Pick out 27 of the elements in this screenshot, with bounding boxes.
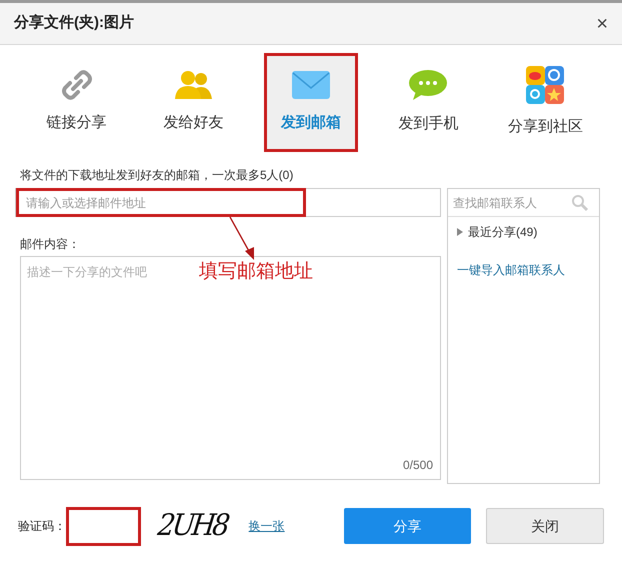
captcha-image: 2UH8 — [155, 507, 230, 544]
content-label: 邮件内容： — [20, 236, 81, 253]
annotation-text: 填写邮箱地址 — [199, 260, 313, 284]
chat-bubble-icon — [408, 69, 448, 102]
caret-icon — [457, 228, 463, 236]
hint-text: 将文件的下载地址发到好友的邮箱，一次最多5人(0) — [20, 167, 294, 184]
search-icon — [571, 194, 589, 212]
share-tab[interactable]: 发给好友 — [147, 53, 240, 152]
email-field[interactable]: 请输入或选择邮件地址 — [16, 188, 306, 217]
share-tab[interactable]: 链接分享 — [30, 53, 124, 152]
envelope-icon — [291, 70, 331, 100]
window-title: 分享文件(夹):图片 — [14, 13, 134, 34]
share-button[interactable]: 分享 — [344, 508, 471, 544]
share-tab[interactable]: 发到手机 — [382, 53, 475, 152]
chain-link-icon — [60, 70, 94, 100]
captcha-field[interactable] — [66, 506, 141, 546]
contact-search-field[interactable]: 查找邮箱联系人 — [453, 194, 571, 212]
captcha-label: 验证码： — [18, 518, 66, 535]
refresh-captcha-link[interactable]: 换一张 — [248, 517, 285, 535]
character-counter: 0/500 — [402, 457, 433, 474]
people-icon — [174, 70, 214, 100]
share-tab[interactable]: 分享到社区 — [498, 53, 592, 152]
contact-group[interactable]: 最近分享(49) — [448, 223, 599, 241]
close-dialog-button[interactable]: 关闭 — [486, 508, 604, 544]
social-apps-icon — [526, 66, 564, 104]
import-contacts-link[interactable]: 一键导入邮箱联系人 — [448, 261, 599, 279]
close-button[interactable]: × — [596, 14, 608, 34]
